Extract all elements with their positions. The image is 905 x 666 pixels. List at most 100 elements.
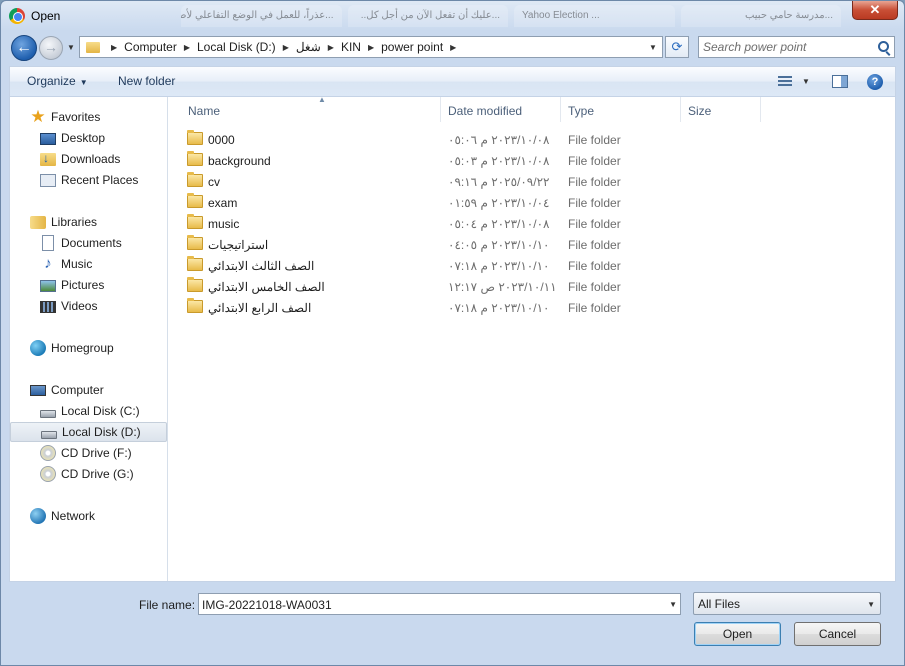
column-header-name[interactable]: Name ▲ — [181, 95, 441, 122]
breadcrumb-separator[interactable]: ▶ — [111, 43, 117, 52]
folder-icon — [187, 235, 203, 250]
nav-desktop[interactable]: Desktop — [10, 128, 167, 148]
breadcrumb-separator[interactable]: ▶ — [368, 43, 374, 52]
column-header-size[interactable]: Size — [681, 97, 761, 122]
breadcrumb-separator[interactable]: ▶ — [450, 43, 456, 52]
nav-label: Downloads — [61, 152, 121, 166]
file-row[interactable]: استراتيجيات ٢٠٢٣/١٠/١٠ م ٠٤:٠٥ File fold… — [181, 234, 881, 255]
file-type: File folder — [568, 280, 621, 294]
recent-locations-dropdown[interactable]: ▼ — [67, 43, 75, 52]
file-date: ٢٠٢٣/١٠/١٠ م ٠٧:١٨ — [448, 259, 550, 273]
libraries-icon — [30, 215, 46, 229]
nav-libraries[interactable]: Libraries — [10, 212, 167, 232]
chevron-down-icon: ▼ — [79, 78, 88, 87]
file-name-input[interactable] — [202, 597, 652, 612]
breadcrumb-computer[interactable]: Computer — [124, 40, 177, 54]
preview-pane-icon[interactable] — [832, 75, 848, 88]
file-name-combobox[interactable]: ▼ — [198, 593, 681, 615]
nav-label: Network — [51, 509, 96, 523]
nav-local-disk-c[interactable]: Local Disk (C:) — [10, 401, 167, 421]
folder-icon — [187, 256, 203, 271]
address-bar[interactable]: ▶ Computer ▶ Local Disk (D:) ▶ شغل ▶ KIN… — [79, 36, 663, 58]
nav-label: Favorites — [51, 110, 101, 124]
breadcrumb-separator[interactable]: ▶ — [328, 43, 334, 52]
column-header-type[interactable]: Type — [561, 97, 681, 122]
navigation-pane[interactable]: ★ Favorites Desktop Downloads Recent Pla… — [10, 97, 168, 581]
breadcrumb-separator[interactable]: ▶ — [283, 43, 289, 52]
breadcrumb-separator[interactable]: ▶ — [184, 43, 190, 52]
nav-label: Desktop — [61, 131, 106, 145]
file-name: الصف الثالث الابتدائي — [208, 259, 315, 273]
nav-cd-drive-f[interactable]: CD Drive (F:) — [10, 443, 167, 463]
forward-button[interactable]: → — [39, 36, 63, 60]
background-tab: ...عذراً، للعمل في الوضع التفاعلي لأصحاب… — [181, 5, 342, 27]
close-button[interactable]: ✕ — [852, 1, 898, 20]
nav-pictures[interactable]: Pictures — [10, 275, 167, 295]
file-row[interactable]: الصف الثالث الابتدائي ٢٠٢٣/١٠/١٠ م ٠٧:١٨… — [181, 255, 881, 276]
file-date: ٢٠٢٥/٠٩/٢٢ م ٠٩:١٦ — [448, 175, 550, 189]
nav-label: Videos — [61, 299, 98, 313]
column-label: Name — [188, 104, 221, 118]
nav-label: Recent Places — [61, 173, 139, 187]
help-icon[interactable]: ? — [867, 74, 883, 90]
change-view-icon[interactable] — [778, 76, 792, 87]
organize-button[interactable]: Organize ▼ — [27, 74, 88, 88]
nav-documents[interactable]: Documents — [10, 233, 167, 253]
address-dropdown[interactable]: ▼ — [644, 43, 662, 52]
nav-label: Local Disk (D:) — [62, 425, 141, 439]
file-row[interactable]: 0000 ٢٠٢٣/١٠/٠٨ م ٠٥:٠٦ File folder — [181, 129, 881, 150]
new-folder-button[interactable]: New folder — [118, 74, 175, 88]
file-row[interactable]: exam ٢٠٢٣/١٠/٠٤ م ٠١:٥٩ File folder — [181, 192, 881, 213]
background-tab: ...مدرسة حامي حبيب — [680, 5, 841, 27]
search-box[interactable] — [698, 36, 895, 58]
nav-cd-drive-g[interactable]: CD Drive (G:) — [10, 464, 167, 484]
column-header-date-modified[interactable]: Date modified — [441, 97, 561, 122]
nav-label: Homegroup — [51, 341, 114, 355]
breadcrumb-local-disk-d[interactable]: Local Disk (D:) — [197, 40, 276, 54]
folder-icon — [187, 277, 203, 292]
file-type: File folder — [568, 175, 621, 189]
file-type-select[interactable]: All Files ▼ — [693, 592, 881, 615]
breadcrumb-shughl[interactable]: شغل — [296, 40, 321, 54]
cancel-button[interactable]: Cancel — [794, 622, 881, 646]
view-options-dropdown[interactable]: ▼ — [802, 77, 810, 86]
desktop-icon — [40, 132, 56, 145]
file-row[interactable]: الصف الرابع الابتدائي ٢٠٢٣/١٠/١٠ م ٠٧:١٨… — [181, 297, 881, 318]
nav-homegroup[interactable]: Homegroup — [10, 338, 167, 358]
nav-local-disk-d[interactable]: Local Disk (D:) — [10, 422, 167, 442]
file-list[interactable]: Name ▲ Date modified Type Size 0000 ٢٠٢٣… — [169, 95, 895, 581]
breadcrumb-power-point[interactable]: power point — [381, 40, 443, 54]
recent-places-icon — [40, 173, 56, 187]
nav-music[interactable]: ♪ Music — [10, 254, 167, 274]
chevron-down-icon[interactable]: ▼ — [669, 600, 677, 609]
star-icon: ★ — [30, 107, 46, 126]
refresh-button[interactable]: ⟳ — [665, 36, 689, 58]
file-name: cv — [208, 175, 220, 189]
search-icon[interactable] — [878, 41, 889, 52]
open-button[interactable]: Open — [694, 622, 781, 646]
breadcrumb-kin[interactable]: KIN — [341, 40, 361, 54]
hard-disk-icon — [40, 410, 56, 418]
nav-downloads[interactable]: Downloads — [10, 149, 167, 169]
chevron-down-icon: ▼ — [867, 600, 875, 609]
file-date: ٢٠٢٣/١٠/٠٤ م ٠١:٥٩ — [448, 196, 550, 210]
folder-icon — [187, 130, 203, 145]
file-name: background — [208, 154, 271, 168]
window-title: Open — [31, 9, 61, 23]
file-row[interactable]: background ٢٠٢٣/١٠/٠٨ م ٠٥:٠٣ File folde… — [181, 150, 881, 171]
nav-label: CD Drive (G:) — [61, 467, 134, 481]
file-type: File folder — [568, 238, 621, 252]
back-button[interactable]: ← — [11, 35, 37, 61]
file-row[interactable]: الصف الخامس الابتدائي ٢٠٢٣/١٠/١١ ص ١٢:١٧… — [181, 276, 881, 297]
nav-label: Documents — [61, 236, 122, 250]
nav-recent-places[interactable]: Recent Places — [10, 170, 167, 190]
nav-favorites[interactable]: ★ Favorites — [10, 107, 167, 127]
file-row[interactable]: music ٢٠٢٣/١٠/٠٨ م ٠٥:٠٤ File folder — [181, 213, 881, 234]
nav-videos[interactable]: Videos — [10, 296, 167, 316]
file-row[interactable]: cv ٢٠٢٥/٠٩/٢٢ م ٠٩:١٦ File folder — [181, 171, 881, 192]
nav-computer[interactable]: Computer — [10, 380, 167, 400]
music-icon: ♪ — [44, 255, 52, 272]
nav-network[interactable]: Network — [10, 506, 167, 526]
organize-label: Organize — [27, 74, 76, 88]
search-input[interactable] — [703, 39, 868, 55]
